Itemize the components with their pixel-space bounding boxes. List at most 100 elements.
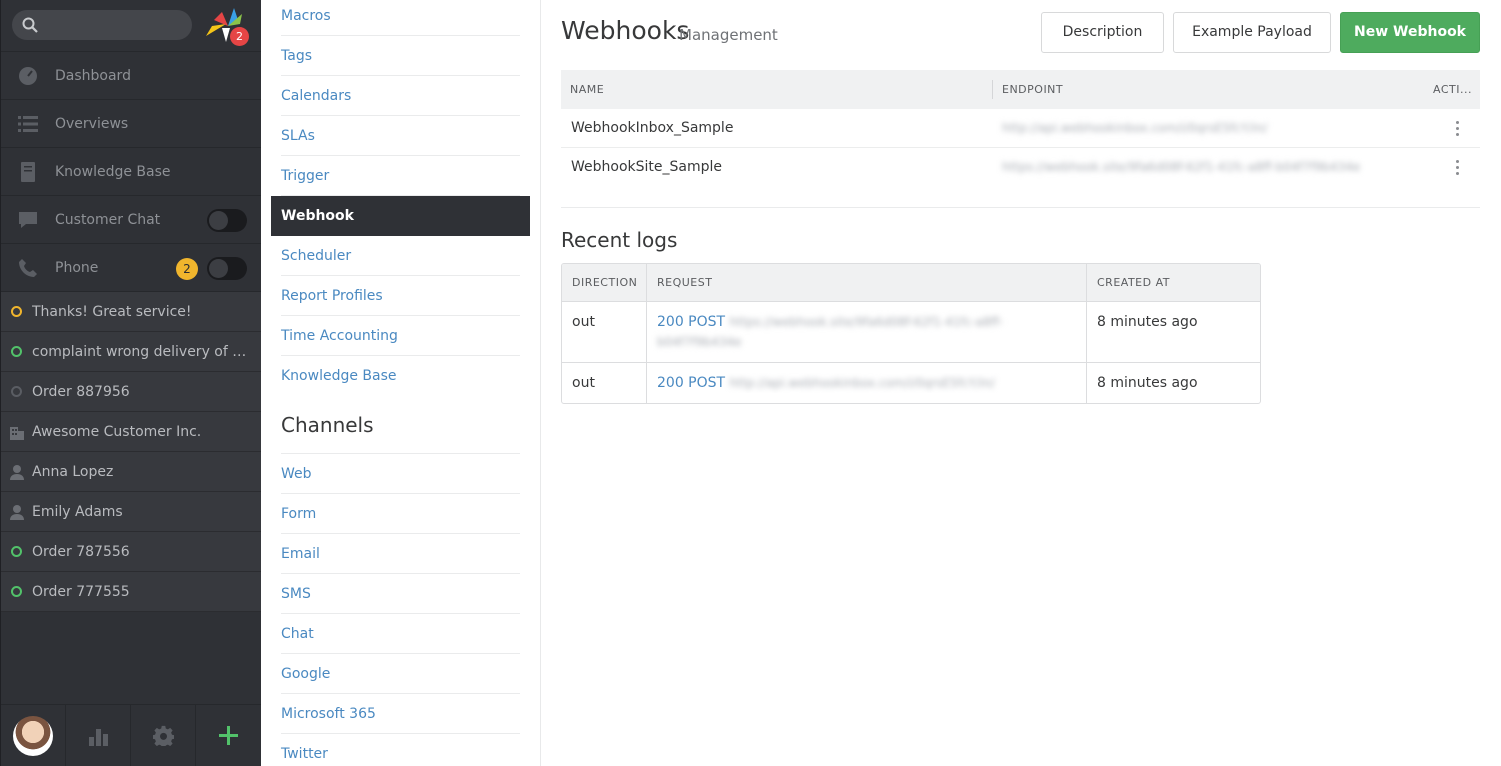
webhooks-table: NAME ENDPOINT ACTI... WebhookInbox_Sampl… <box>561 70 1480 187</box>
column-divider <box>1086 264 1087 301</box>
task-item[interactable]: Awesome Customer Inc. <box>1 412 261 452</box>
task-label: Anna Lopez <box>32 464 114 480</box>
ticket-open-icon <box>11 346 22 357</box>
column-header-actions[interactable]: ACTI... <box>1433 70 1472 109</box>
table-header: DIRECTION REQUEST CREATED AT <box>562 264 1260 302</box>
settings-item-tags[interactable]: Tags <box>281 36 520 76</box>
column-divider <box>646 302 647 362</box>
nav-item-knowledge-base[interactable]: Knowledge Base <box>1 148 261 196</box>
customer-chat-toggle[interactable] <box>207 209 247 232</box>
log-request-url: http://api.webhookinbox.com/i/0qrsE5fcY/… <box>729 376 995 390</box>
nav-item-overviews[interactable]: Overviews <box>1 100 261 148</box>
table-header: NAME ENDPOINT ACTI... <box>561 70 1480 109</box>
nav-bottom-bar <box>1 704 261 766</box>
phone-icon <box>19 259 37 277</box>
example-payload-button[interactable]: Example Payload <box>1173 12 1331 53</box>
chat-icon <box>19 212 37 228</box>
nav-item-phone[interactable]: Phone 2 <box>1 244 261 292</box>
nav-item-customer-chat[interactable]: Customer Chat <box>1 196 261 244</box>
column-header-request: REQUEST <box>657 276 713 289</box>
channel-item-form[interactable]: Form <box>281 494 520 534</box>
settings-item-webhook[interactable]: Webhook <box>271 196 530 236</box>
ticket-open-icon <box>11 306 22 317</box>
search-icon <box>22 17 38 33</box>
new-webhook-button[interactable]: New Webhook <box>1340 12 1480 53</box>
table-row[interactable]: WebhookSite_Sample https://webhook.site/… <box>561 148 1480 187</box>
task-item[interactable]: Order 787556 <box>1 532 261 572</box>
task-label: Awesome Customer Inc. <box>32 424 202 440</box>
kebab-menu-icon[interactable] <box>1456 160 1460 176</box>
webhook-endpoint: http://api.webhookinbox.com/i/0qrsE5fcY/… <box>1002 121 1268 135</box>
page-title: Webhooks <box>561 16 690 45</box>
log-request-status[interactable]: 200 POST <box>657 314 725 330</box>
log-request[interactable]: 200 POST http://api.webhookinbox.com/i/0… <box>657 373 1077 393</box>
phone-toggle[interactable] <box>207 257 247 280</box>
task-item[interactable]: Thanks! Great service! <box>1 292 261 332</box>
task-label: Order 787556 <box>32 544 130 560</box>
section-divider <box>561 207 1480 208</box>
table-row[interactable]: WebhookInbox_Sample http://api.webhookin… <box>561 109 1480 148</box>
webhook-name[interactable]: WebhookSite_Sample <box>571 148 722 187</box>
task-label: Emily Adams <box>32 504 123 520</box>
column-divider <box>1086 363 1087 403</box>
avatar-button[interactable] <box>1 705 66 766</box>
user-icon <box>10 465 24 480</box>
nav-item-dashboard[interactable]: Dashboard <box>1 52 261 100</box>
task-label: Order 777555 <box>32 584 130 600</box>
create-new-button[interactable] <box>196 705 261 766</box>
channel-item-email[interactable]: Email <box>281 534 520 574</box>
settings-item-calendars[interactable]: Calendars <box>281 76 520 116</box>
task-item[interactable]: Emily Adams <box>1 492 261 532</box>
column-divider <box>646 363 647 403</box>
log-request-status[interactable]: 200 POST <box>657 375 725 391</box>
channel-item-microsoft-365[interactable]: Microsoft 365 <box>281 694 520 734</box>
settings-item-scheduler[interactable]: Scheduler <box>281 236 520 276</box>
webhook-endpoint: https://webhook.site/9fa6d08f-62f1-41fc-… <box>1002 160 1361 174</box>
channel-item-twitter[interactable]: Twitter <box>281 734 520 766</box>
gear-icon <box>153 725 174 746</box>
dashboard-icon <box>19 67 37 85</box>
channel-item-sms[interactable]: SMS <box>281 574 520 614</box>
avatar <box>13 716 53 756</box>
stats-icon <box>89 729 108 746</box>
nav-item-label: Customer Chat <box>55 212 161 228</box>
recent-logs-title: Recent logs <box>561 228 678 252</box>
column-divider <box>646 264 647 301</box>
channel-item-google[interactable]: Google <box>281 654 520 694</box>
table-row[interactable]: out 200 POST http://api.webhookinbox.com… <box>562 363 1260 403</box>
settings-item-knowledge-base[interactable]: Knowledge Base <box>281 356 520 396</box>
settings-button[interactable] <box>131 705 196 766</box>
column-divider <box>992 80 993 99</box>
book-icon <box>21 162 35 182</box>
task-item[interactable]: Order 887956 <box>1 372 261 412</box>
stats-button[interactable] <box>66 705 131 766</box>
column-header-name[interactable]: NAME <box>570 70 604 109</box>
channel-item-web[interactable]: Web <box>281 454 520 494</box>
task-item[interactable]: Anna Lopez <box>1 452 261 492</box>
task-label: complaint wrong delivery of order <box>32 344 254 360</box>
column-divider <box>1086 302 1087 362</box>
settings-item-trigger[interactable]: Trigger <box>281 156 520 196</box>
ticket-open-icon <box>11 546 22 557</box>
nav-item-label: Dashboard <box>55 68 131 84</box>
channels-heading: Channels <box>281 413 374 437</box>
description-button[interactable]: Description <box>1041 12 1164 53</box>
kebab-menu-icon[interactable] <box>1456 121 1460 137</box>
recent-logs-table: DIRECTION REQUEST CREATED AT out 200 POS… <box>561 263 1261 404</box>
log-request[interactable]: 200 POST https://webhook.site/9fa6d08f-6… <box>657 312 1077 352</box>
task-item[interactable]: Order 777555 <box>1 572 261 612</box>
search-input[interactable] <box>12 10 192 40</box>
settings-item-time-accounting[interactable]: Time Accounting <box>281 316 520 356</box>
channel-item-chat[interactable]: Chat <box>281 614 520 654</box>
table-row[interactable]: out 200 POST https://webhook.site/9fa6d0… <box>562 302 1260 363</box>
settings-item-report-profiles[interactable]: Report Profiles <box>281 276 520 316</box>
task-item[interactable]: complaint wrong delivery of order <box>1 332 261 372</box>
settings-item-macros[interactable]: Macros <box>281 0 520 36</box>
notification-badge[interactable]: 2 <box>230 27 249 46</box>
settings-item-slas[interactable]: SLAs <box>281 116 520 156</box>
webhook-name[interactable]: WebhookInbox_Sample <box>571 109 733 148</box>
column-header-endpoint[interactable]: ENDPOINT <box>1002 70 1063 109</box>
main-content: Webhooks Management Description Example … <box>541 0 1501 766</box>
ticket-open-icon <box>11 586 22 597</box>
log-created-at: 8 minutes ago <box>1097 375 1198 391</box>
